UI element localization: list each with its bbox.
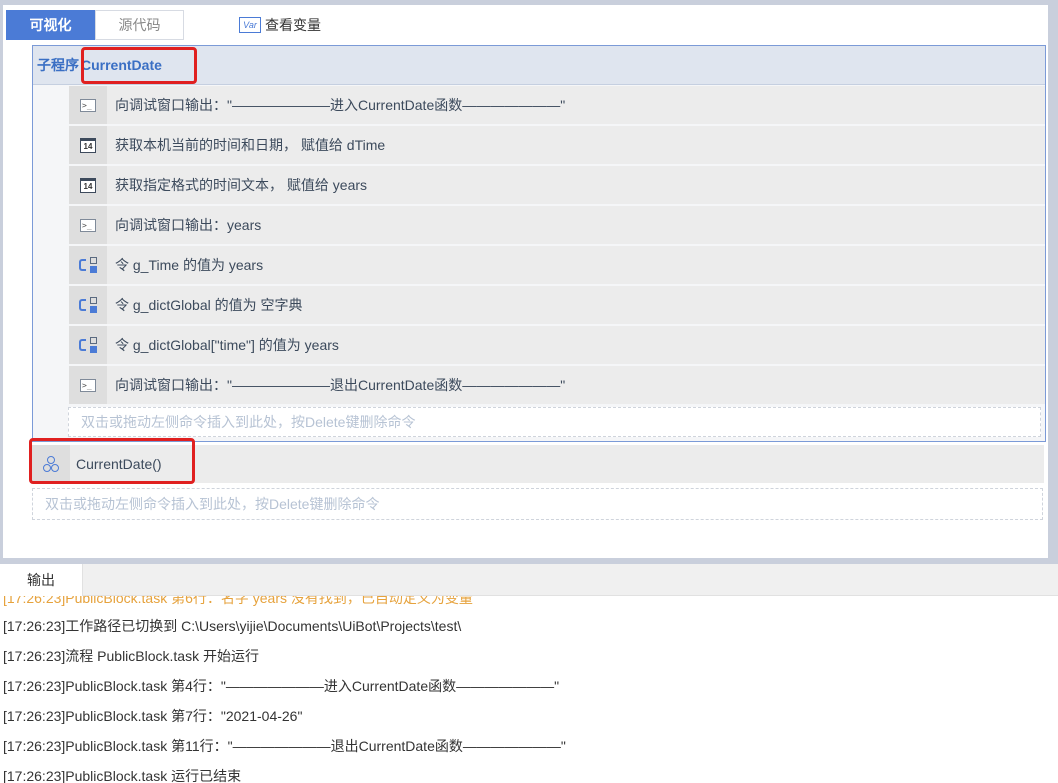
output-line: [17:26:23]工作路径已切换到 C:\Users\yijie\Docume… [3,618,462,634]
command-row[interactable]: 令 g_dictGlobal 的值为 空字典 [69,286,1045,324]
command-text: 令 g_dictGlobal 的值为 空字典 [115,297,303,313]
console-icon: >_ [80,378,96,392]
output-line: [17:26:23]PublicBlock.task 第7行："2021-04-… [3,708,303,724]
command-text: 令 g_dictGlobal["time"] 的值为 years [115,337,339,353]
assign-icon [79,257,97,273]
command-icon-box: >_ [69,206,107,244]
window-frame-top [0,0,1058,5]
command-text: 令 g_Time 的值为 years [115,257,264,273]
calendar-icon: 14 [80,177,96,193]
highlight-subroutine-name [81,47,197,84]
command-icon-box: >_ [69,86,107,124]
subroutine-block[interactable]: 子程序 CurrentDate >_ 向调试窗口输出："———————进入Curr… [32,45,1046,442]
command-text: 向调试窗口输出："———————退出CurrentDate函数———————" [115,377,566,393]
command-list: >_ 向调试窗口输出："———————进入CurrentDate函数———————… [69,86,1045,406]
command-row[interactable]: 令 g_Time 的值为 years [69,246,1045,284]
output-log: [17:26:23]PublicBlock.task 第6行：名字 years … [0,596,1058,783]
command-icon-box [69,326,107,364]
view-variables-label: 查看变量 [265,17,321,33]
view-variables-button[interactable]: Var 查看变量 [239,15,321,35]
command-icon-box: 14 [69,126,107,164]
output-line: [17:26:23]PublicBlock.task 运行已结束 [3,768,242,783]
variable-icon: Var [239,17,261,33]
command-icon-box [69,246,107,284]
command-text: 向调试窗口输出："———————进入CurrentDate函数———————" [115,97,566,113]
command-row[interactable]: 令 g_dictGlobal["time"] 的值为 years [69,326,1045,364]
tab-source[interactable]: 源代码 [95,10,184,40]
command-row[interactable]: 14 获取指定格式的时间文本， 赋值给 years [69,166,1045,204]
subroutine-keyword: 子程序 [37,57,79,73]
window-frame-right [1048,0,1058,562]
output-line: [17:26:23]PublicBlock.task 第6行：名字 years … [3,596,473,606]
console-icon: >_ [80,218,96,232]
command-text: 获取指定格式的时间文本， 赋值给 years [115,177,368,193]
assign-icon [79,297,97,313]
command-text: 获取本机当前的时间和日期， 赋值给 dTime [115,137,386,153]
command-dropzone-outer[interactable]: 双击或拖动左侧命令插入到此处，按Delete键删除命令 [32,488,1043,520]
output-line: [17:26:23]PublicBlock.task 第4行："———————进… [3,678,560,694]
command-row[interactable]: 14 获取本机当前的时间和日期， 赋值给 dTime [69,126,1045,164]
assign-icon [79,337,97,353]
command-icon-box [69,286,107,324]
command-icon-box: 14 [69,166,107,204]
console-icon: >_ [80,98,96,112]
command-text: 向调试窗口输出：years [115,217,262,233]
window-frame-left [0,0,3,562]
calendar-icon: 14 [80,137,96,153]
output-tabbar: 输出 [0,564,1058,596]
view-tabs: 可视化 源代码 [6,10,184,40]
output-line: [17:26:23]PublicBlock.task 第11行："———————… [3,738,566,754]
highlight-call [29,438,195,484]
command-dropzone-inner[interactable]: 双击或拖动左侧命令插入到此处，按Delete键删除命令 [68,407,1041,437]
command-row[interactable]: >_ 向调试窗口输出："———————进入CurrentDate函数———————… [69,86,1045,124]
command-icon-box: >_ [69,366,107,404]
command-row[interactable]: >_ 向调试窗口输出："———————退出CurrentDate函数———————… [69,366,1045,404]
tab-output[interactable]: 输出 [0,564,83,596]
output-line: [17:26:23]流程 PublicBlock.task 开始运行 [3,648,259,664]
tab-visual[interactable]: 可视化 [6,10,95,40]
command-row[interactable]: >_ 向调试窗口输出：years [69,206,1045,244]
